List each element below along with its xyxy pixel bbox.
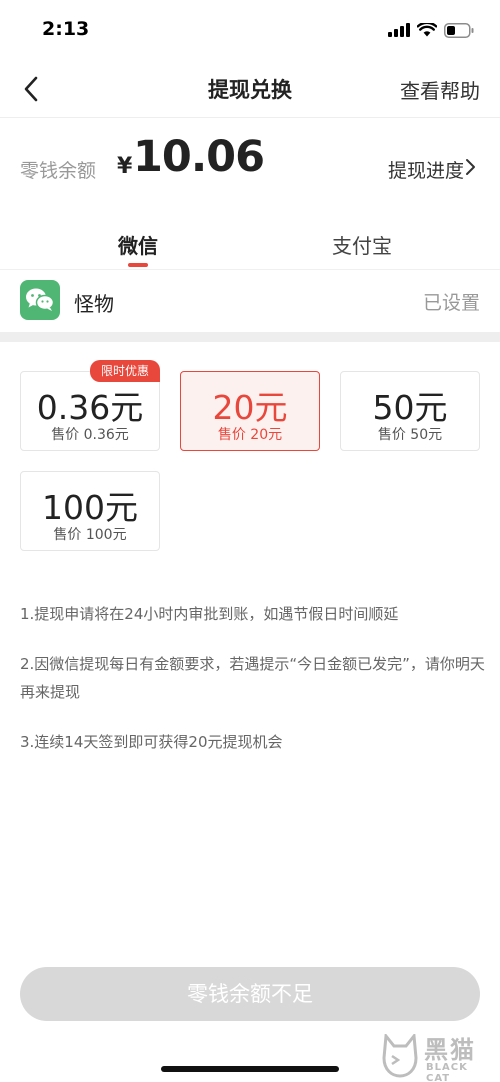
option-amount: 20元 [212,388,288,427]
account-name: 怪物 [74,292,114,316]
account-status: 已设置 [422,292,480,314]
balance-row: 零钱余额 ¥ 10.06 提现进度 [0,118,500,208]
home-indicator [161,1066,339,1072]
cellular-signal-icon [388,23,410,37]
amount-option-100[interactable]: 100元 售价 100元 [20,471,160,551]
account-row[interactable]: 怪物 已设置 [0,270,500,332]
black-cat-logo-icon [382,1034,418,1078]
chevron-left-icon [24,76,38,102]
note-item: 3.连续14天签到即可获得20元提现机会 [20,733,283,751]
option-amount: 100元 [42,488,138,527]
balance-amount: 10.06 [133,132,265,182]
option-price: 售价 50元 [377,427,443,443]
wifi-icon [417,23,437,37]
watermark-text-cn: 黑猫 [424,1036,476,1064]
status-icons [388,20,474,40]
battery-icon [444,22,474,38]
promo-badge: 限时优惠 [90,360,160,382]
tab-wechat[interactable]: 微信 [68,230,208,259]
amount-option-50[interactable]: 50元 售价 50元 [340,371,480,451]
status-time: 2:13 [42,18,90,40]
option-amount: 0.36元 [36,388,144,427]
withdraw-submit-button[interactable]: 零钱余额不足 [20,967,480,1021]
balance-currency: ¥ [117,154,133,179]
section-divider [0,332,500,342]
tab-alipay[interactable]: 支付宝 [292,230,432,259]
note-item: 2.因微信提现每日有金额要求，若遇提示“今日金额已发完”，请你明天再来提现 [20,655,485,701]
balance-label: 零钱余额 [20,160,97,182]
wechat-logo-icon [20,280,60,320]
option-price: 售价 20元 [217,427,283,443]
payment-tabs: 微信 支付宝 [0,222,500,270]
chevron-right-icon [466,159,475,175]
note-item: 1.提现申请将在24小时内审批到账，如遇节假日时间顺延 [20,605,399,623]
active-tab-indicator [128,263,148,267]
option-amount: 50元 [372,388,448,427]
nav-bar: 提现兑换 查看帮助 [0,60,500,118]
amount-option-20[interactable]: 20元 售价 20元 [180,371,320,451]
option-price: 售价 0.36元 [51,427,129,443]
status-bar: 2:13 [0,0,500,60]
withdraw-progress-link[interactable]: 提现进度 [388,156,464,183]
help-link[interactable]: 查看帮助 [400,75,480,104]
amount-option-0-36[interactable]: 0.36元 售价 0.36元 [20,371,160,451]
back-button[interactable] [14,72,48,106]
watermark-text-en: BLACK CAT [426,1062,468,1082]
watermark: 黑猫 BLACK CAT [380,1030,492,1082]
option-price: 售价 100元 [53,527,127,543]
